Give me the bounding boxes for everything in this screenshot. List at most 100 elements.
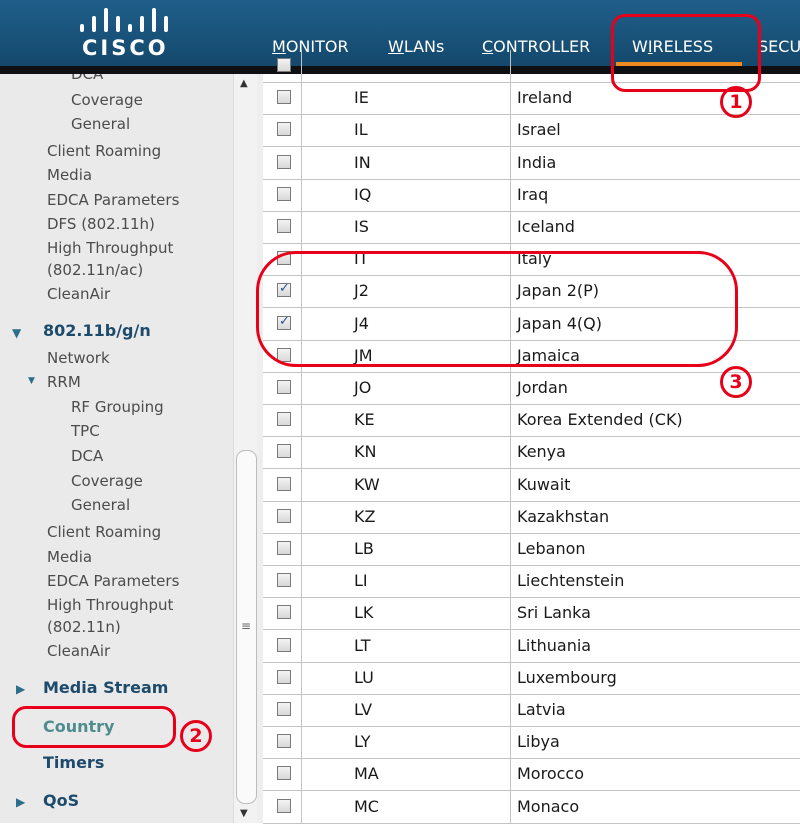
country-code: JM xyxy=(354,345,373,365)
sidebar-item-dca[interactable]: DCA xyxy=(71,74,103,84)
country-checkbox[interactable] xyxy=(277,605,291,620)
sidebar-item-general[interactable]: General xyxy=(71,114,130,134)
table-row: LI Liechtenstein xyxy=(263,565,800,599)
country-code: KE xyxy=(354,410,375,430)
checkbox-cell xyxy=(263,372,302,404)
expand-down-icon[interactable]: ▼ xyxy=(12,326,21,340)
country-checkbox[interactable] xyxy=(277,90,291,105)
checkbox-cell xyxy=(263,597,302,630)
country-name: Kenya xyxy=(517,442,566,462)
sidebar-item-client-roaming[interactable]: Client Roaming xyxy=(47,141,161,161)
country-code: MA xyxy=(354,764,379,784)
table-row: IL Israel xyxy=(263,114,800,148)
country-name: Ireland xyxy=(517,88,573,108)
country-checkbox[interactable] xyxy=(277,444,291,459)
country-checkbox[interactable] xyxy=(277,58,291,72)
country-checkbox[interactable] xyxy=(277,219,291,233)
code-cell xyxy=(301,726,511,759)
sidebar-section-media-stream[interactable]: Media Stream xyxy=(43,677,168,699)
checkbox-cell xyxy=(263,468,302,501)
checkbox-cell xyxy=(263,790,302,823)
sidebar-item-cleanair-2[interactable]: CleanAir xyxy=(47,641,110,661)
country-code: J4 xyxy=(354,313,369,333)
table-row: LV Latvia xyxy=(263,694,800,727)
sidebar-item-rf-grouping[interactable]: RF Grouping xyxy=(71,397,164,417)
checkbox-cell xyxy=(263,565,302,598)
expand-small-icon[interactable]: ▼ xyxy=(28,376,35,386)
country-checkbox[interactable] xyxy=(277,702,291,716)
country-checkbox[interactable] xyxy=(277,186,291,201)
sidebar-item-high-throughput-sub[interactable]: (802.11n/ac) xyxy=(47,260,143,280)
sidebar-item-coverage[interactable]: Coverage xyxy=(71,90,143,110)
sidebar-item-media-2[interactable]: Media xyxy=(47,547,92,567)
sidebar-item-general-2[interactable]: General xyxy=(71,495,130,515)
sidebar-item-client-roaming-2[interactable]: Client Roaming xyxy=(47,522,161,542)
sidebar-item-dfs[interactable]: DFS (802.11h) xyxy=(47,214,155,234)
scroll-up-arrow-icon[interactable]: ▲ xyxy=(240,78,248,89)
sidebar-section-80211bgn[interactable]: 802.11b/g/n xyxy=(43,320,151,342)
country-name: Iraq xyxy=(517,184,549,204)
sidebar-section-timers[interactable]: Timers xyxy=(43,752,104,774)
country-name: Libya xyxy=(517,732,560,752)
country-checkbox[interactable] xyxy=(277,251,291,266)
sidebar-item-network[interactable]: Network xyxy=(47,348,110,368)
sidebar-section-country[interactable]: Country xyxy=(43,716,114,738)
code-cell xyxy=(301,661,511,694)
country-checkbox[interactable] xyxy=(277,766,291,781)
country-checkbox[interactable] xyxy=(277,347,291,362)
sidebar-item-edca[interactable]: EDCA Parameters xyxy=(47,190,179,210)
code-cell xyxy=(301,82,511,115)
sidebar-section-qos[interactable]: QoS xyxy=(43,790,79,812)
table-row: JO Jordan xyxy=(263,372,800,405)
country-checkbox[interactable] xyxy=(277,734,291,749)
expand-right-icon[interactable]: ▶ xyxy=(16,795,25,809)
country-checkbox[interactable] xyxy=(277,122,291,137)
country-code: JO xyxy=(354,378,372,397)
country-checkbox[interactable] xyxy=(277,476,291,491)
country-code: LK xyxy=(354,603,374,623)
sidebar-item-high-throughput-sub-2[interactable]: (802.11n) xyxy=(47,617,121,637)
country-code: IQ xyxy=(354,184,372,204)
country-checkbox[interactable] xyxy=(277,573,291,588)
sidebar-item-high-throughput-2[interactable]: High Throughput xyxy=(47,595,173,615)
country-checkbox[interactable] xyxy=(277,541,291,555)
country-checkbox[interactable] xyxy=(277,412,291,427)
sidebar-scrollbar[interactable]: ▲ ≡ ▼ xyxy=(233,74,258,823)
checkbox-cell xyxy=(263,146,302,179)
sidebar-item-media[interactable]: Media xyxy=(47,165,92,185)
country-name: Latvia xyxy=(517,700,566,719)
country-checkbox[interactable] xyxy=(277,798,291,813)
country-name: India xyxy=(517,152,557,172)
country-checkbox[interactable] xyxy=(277,281,291,298)
code-cell xyxy=(301,758,511,791)
country-checkbox[interactable] xyxy=(277,380,291,394)
country-checkbox[interactable] xyxy=(277,154,291,169)
expand-right-icon[interactable]: ▶ xyxy=(16,682,25,696)
sidebar-item-edca-2[interactable]: EDCA Parameters xyxy=(47,571,179,591)
sidebar-item-tpc[interactable]: TPC xyxy=(71,421,100,441)
country-checkbox[interactable] xyxy=(277,669,291,684)
checkbox-cell xyxy=(263,114,302,147)
cisco-bars-icon xyxy=(74,6,174,32)
annotation-number-1: 1 xyxy=(720,86,752,118)
table-row: LT Lithuania xyxy=(263,629,800,663)
code-cell xyxy=(301,275,511,308)
scroll-thumb[interactable]: ≡ xyxy=(236,450,257,804)
country-checkbox[interactable] xyxy=(277,637,291,652)
country-checkbox[interactable] xyxy=(277,314,291,330)
sidebar-item-high-throughput[interactable]: High Throughput xyxy=(47,238,173,258)
code-cell xyxy=(301,146,511,179)
country-name: Israel xyxy=(517,120,561,140)
sidebar-item-coverage-2[interactable]: Coverage xyxy=(71,471,143,491)
table-row: MA Morocco xyxy=(263,758,800,792)
sidebar-item-dca-2[interactable]: DCA xyxy=(71,446,103,466)
checkbox-cell xyxy=(263,661,302,694)
country-checkbox[interactable] xyxy=(277,508,291,523)
scroll-down-arrow-icon[interactable]: ▼ xyxy=(240,808,248,819)
checkbox-cell xyxy=(263,211,302,243)
country-name: Lithuania xyxy=(517,635,592,655)
sidebar-item-cleanair[interactable]: CleanAir xyxy=(47,284,110,304)
table-row: KN Kenya xyxy=(263,436,800,470)
sidebar-item-rrm[interactable]: RRM xyxy=(47,372,81,392)
cisco-logo: CISCO xyxy=(60,6,190,62)
